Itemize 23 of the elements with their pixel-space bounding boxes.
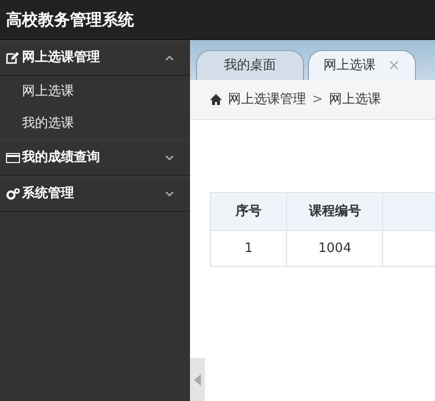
left-arrow-icon bbox=[194, 374, 201, 386]
app-title: 高校教务管理系统 bbox=[6, 8, 134, 30]
menu-item[interactable]: 我的选课 bbox=[22, 114, 74, 134]
breadcrumb-item[interactable]: 网上选课管理 bbox=[228, 90, 306, 110]
menu-group-label: 我的成绩查询 bbox=[22, 149, 101, 168]
column-header: 课程编号 bbox=[286, 192, 383, 230]
menu-group-header[interactable]: 网上选课管理 bbox=[0, 40, 190, 76]
home-icon bbox=[210, 94, 222, 105]
edit-icon bbox=[6, 51, 20, 65]
breadcrumb-item: 网上选课 bbox=[328, 90, 381, 109]
card-icon bbox=[6, 151, 20, 165]
table-cell: 1 bbox=[210, 230, 287, 266]
menu-item[interactable]: 网上选课 bbox=[22, 82, 74, 102]
table-cell: 1004 bbox=[286, 230, 383, 266]
tab[interactable]: 网上选课 × bbox=[308, 50, 416, 80]
menu-group-header[interactable]: 我的成绩查询 bbox=[0, 140, 190, 176]
collapse-toggle[interactable] bbox=[190, 358, 205, 401]
menu-group-header[interactable]: 系统管理 bbox=[0, 176, 190, 212]
breadcrumb-separator: > bbox=[312, 90, 323, 109]
menu-group-label: 系统管理 bbox=[22, 184, 75, 204]
column-header: 序号 bbox=[210, 192, 287, 230]
menu-group-label: 网上选课管理 bbox=[22, 49, 101, 68]
tab[interactable]: 我的桌面 bbox=[196, 50, 304, 80]
